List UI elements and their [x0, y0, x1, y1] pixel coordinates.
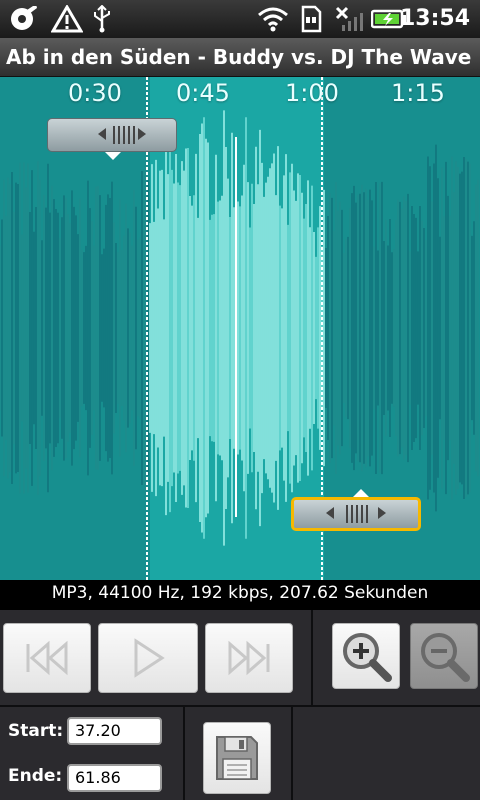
- usb-icon: [90, 4, 114, 34]
- end-marker-pointer: [353, 489, 369, 497]
- save-button[interactable]: [203, 722, 271, 794]
- song-title: Ab in den Süden - Buddy vs. DJ The Wave: [6, 45, 472, 69]
- fast-forward-icon: [228, 640, 270, 676]
- fast-forward-button[interactable]: [205, 623, 293, 693]
- zoom-out-button[interactable]: [410, 623, 478, 689]
- divider: [291, 706, 293, 800]
- rewind-button[interactable]: [3, 623, 91, 693]
- warning-icon: [50, 4, 84, 34]
- divider: [0, 705, 480, 707]
- zoom-in-button[interactable]: [332, 623, 400, 689]
- timeline-tick: 0:45: [176, 79, 230, 107]
- grip-icon: [113, 126, 135, 144]
- start-label: Start:: [8, 721, 64, 741]
- zoom-in-icon: [343, 633, 392, 682]
- media-icon: [6, 4, 42, 34]
- chevron-left-icon: [98, 128, 106, 140]
- save-icon: [216, 736, 258, 780]
- clock: 13:54: [399, 6, 470, 31]
- wifi-icon: [256, 4, 290, 34]
- chevron-right-icon: [378, 507, 386, 519]
- status-bar: 13:54: [0, 0, 480, 38]
- grip-icon: [346, 505, 368, 523]
- chevron-right-icon: [138, 128, 146, 140]
- start-marker-handle[interactable]: [47, 118, 177, 152]
- no-signal-icon: [334, 4, 364, 34]
- chevron-left-icon: [326, 507, 334, 519]
- zoom-out-icon: [421, 633, 470, 682]
- play-icon: [134, 638, 165, 678]
- start-time-input[interactable]: 37.20: [67, 717, 162, 745]
- end-marker-handle[interactable]: [291, 497, 421, 531]
- timeline-tick: 1:00: [285, 79, 339, 107]
- control-panel: Start: 37.20 Ende: 61.86: [0, 610, 480, 800]
- sd-card-icon: [298, 4, 324, 34]
- start-marker-pointer: [105, 152, 121, 160]
- timeline-tick: 0:30: [68, 79, 122, 107]
- divider: [311, 610, 313, 706]
- timeline-tick: 1:15: [391, 79, 445, 107]
- play-button[interactable]: [98, 623, 198, 693]
- end-time-input[interactable]: 61.86: [67, 764, 162, 792]
- title-bar: Ab in den Süden - Buddy vs. DJ The Wave: [0, 38, 480, 77]
- waveform-view[interactable]: 0:30 0:45 1:00 1:15: [0, 77, 480, 580]
- end-label: Ende:: [8, 766, 63, 786]
- divider: [183, 706, 185, 800]
- file-info: MP3, 44100 Hz, 192 kbps, 207.62 Sekunden: [0, 580, 480, 610]
- rewind-icon: [26, 640, 68, 676]
